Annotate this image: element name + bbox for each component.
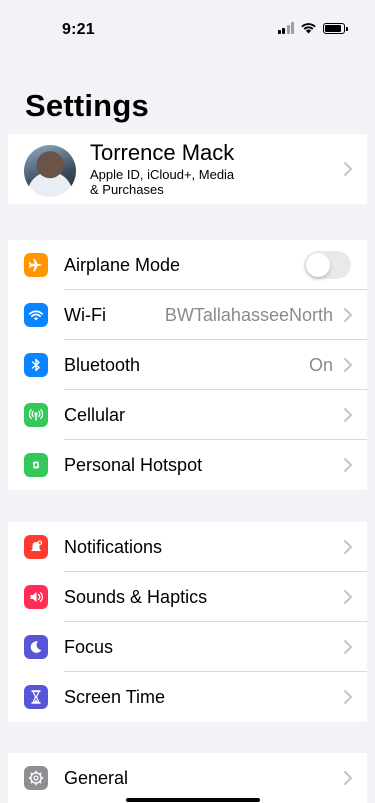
battery-icon — [323, 22, 348, 34]
airplane-icon — [24, 253, 48, 277]
chevron-right-icon — [343, 771, 353, 785]
cellular-label: Cellular — [64, 404, 126, 425]
profile-subtitle: Apple ID, iCloud+, Media & Purchases — [90, 167, 290, 197]
moon-icon — [24, 635, 48, 659]
hotspot-icon — [24, 453, 48, 477]
toggle-knob — [306, 253, 330, 277]
cellular-row[interactable]: Cellular — [8, 390, 367, 440]
sounds-icon — [24, 585, 48, 609]
screen-time-label: Screen Time — [64, 686, 166, 707]
general-group: General — [8, 753, 367, 803]
bluetooth-icon — [24, 353, 48, 377]
status-time: 9:21 — [62, 21, 95, 38]
personal-hotspot-label: Personal Hotspot — [64, 454, 203, 475]
notifications-label: Notifications — [64, 536, 163, 557]
chevron-right-icon — [343, 408, 353, 422]
alerts-group: Notifications Sounds & Haptics Focus Scr… — [8, 522, 367, 722]
chevron-right-icon — [343, 640, 353, 654]
chevron-right-icon — [343, 690, 353, 704]
wifi-icon — [24, 303, 48, 327]
cellular-icon — [24, 403, 48, 427]
avatar — [24, 145, 76, 197]
profile-group: Torrence Mack Apple ID, iCloud+, Media &… — [8, 134, 367, 204]
notifications-row[interactable]: Notifications — [8, 522, 367, 572]
chevron-right-icon — [343, 458, 353, 472]
screen-time-row[interactable]: Screen Time — [8, 672, 367, 722]
gear-icon — [24, 766, 48, 790]
apple-id-row[interactable]: Torrence Mack Apple ID, iCloud+, Media &… — [8, 134, 367, 204]
sounds-haptics-label: Sounds & Haptics — [64, 586, 208, 607]
airplane-mode-toggle[interactable] — [304, 251, 351, 279]
chevron-right-icon — [343, 308, 353, 322]
chevron-right-icon — [343, 358, 353, 372]
status-bar: 9:21 — [0, 0, 375, 58]
page-title: Settings — [25, 88, 149, 123]
chevron-right-icon — [343, 540, 353, 554]
wifi-row[interactable]: Wi-Fi BWTallahasseeNorth — [8, 290, 367, 340]
focus-label: Focus — [64, 636, 114, 657]
chevron-right-icon — [343, 162, 353, 176]
bluetooth-status-value: On — [308, 354, 333, 375]
sounds-haptics-row[interactable]: Sounds & Haptics — [8, 572, 367, 622]
notifications-icon — [24, 535, 48, 559]
wifi-network-value: BWTallahasseeNorth — [164, 304, 333, 325]
profile-subtitle-line2: & Purchases — [90, 182, 164, 197]
wifi-label: Wi-Fi — [64, 304, 106, 325]
chevron-right-icon — [343, 590, 353, 604]
profile-name: Torrence Mack — [90, 140, 235, 165]
general-label: General — [64, 767, 129, 788]
personal-hotspot-row[interactable]: Personal Hotspot — [8, 440, 367, 490]
home-indicator — [126, 798, 260, 802]
hourglass-icon — [24, 685, 48, 709]
bluetooth-row[interactable]: Bluetooth On — [8, 340, 367, 390]
signal-icon — [277, 22, 294, 34]
wifi-status-icon — [301, 23, 316, 34]
general-row[interactable]: General — [8, 753, 367, 803]
profile-subtitle-line1: Apple ID, iCloud+, Media — [90, 167, 235, 182]
bluetooth-label: Bluetooth — [64, 354, 141, 375]
airplane-mode-label: Airplane Mode — [64, 254, 181, 275]
airplane-mode-row[interactable]: Airplane Mode — [8, 240, 367, 290]
status-icons — [277, 22, 348, 34]
focus-row[interactable]: Focus — [8, 622, 367, 672]
connectivity-group: Airplane Mode Wi-Fi BWTallahasseeNorth B… — [8, 240, 367, 490]
